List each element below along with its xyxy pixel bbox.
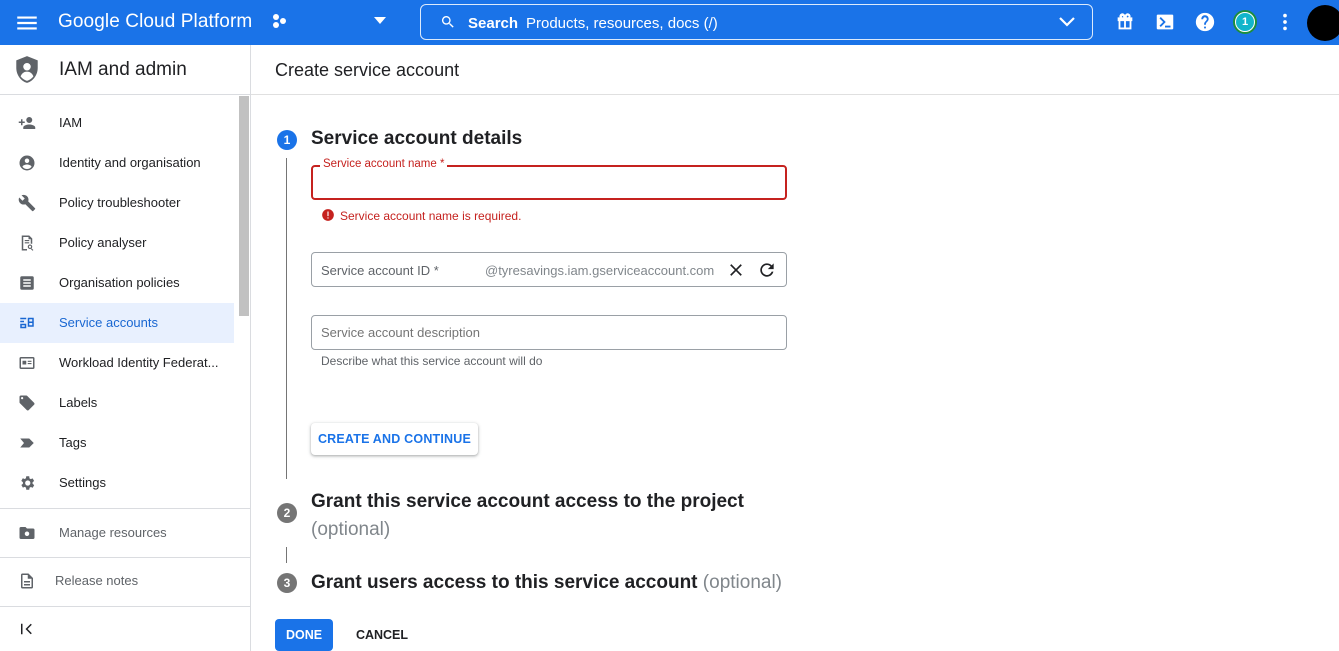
- sidebar-item-label: Settings: [59, 475, 106, 490]
- notifications-badge[interactable]: 1: [1233, 10, 1257, 34]
- folder-settings-icon: [18, 524, 36, 542]
- sidebar-item-label: Identity and organisation: [59, 155, 201, 170]
- chevron-down-icon[interactable]: [1058, 15, 1076, 29]
- close-icon[interactable]: [726, 260, 746, 280]
- cancel-button[interactable]: CANCEL: [350, 619, 414, 651]
- sidebar-item-label: Release notes: [55, 573, 139, 588]
- sidebar-item-label: Organisation policies: [59, 275, 180, 290]
- step-connector: [286, 547, 287, 563]
- sidebar-item-label: Workload Identity Federat...: [59, 355, 219, 370]
- service-account-id-suffix: @tyresavings.iam.gserviceaccount.com: [485, 263, 715, 278]
- step-connector: [286, 158, 287, 479]
- refresh-icon[interactable]: [757, 260, 777, 280]
- error-icon: [321, 208, 335, 222]
- step-2-number: 2: [277, 503, 297, 523]
- sidebar-item-tags[interactable]: Tags: [0, 423, 234, 463]
- page-header: Create service account: [251, 45, 1339, 95]
- sidebar-item-label: Policy analyser: [59, 235, 147, 250]
- service-account-name-error: Service account name is required.: [340, 209, 522, 223]
- step-1-number: 1: [277, 130, 297, 150]
- sidebar-item-label: Labels: [59, 395, 98, 410]
- project-picker[interactable]: [270, 8, 390, 36]
- sidebar-item-manage-resources[interactable]: Manage resources: [0, 513, 234, 553]
- label-icon: [18, 394, 36, 412]
- sidebar-scrollbar[interactable]: [239, 96, 249, 316]
- sidebar-item-identity[interactable]: Identity and organisation: [0, 143, 234, 183]
- sidebar-item-policy-troubleshooter[interactable]: Policy troubleshooter: [0, 183, 234, 223]
- cloud-shell-icon[interactable]: [1154, 11, 1176, 33]
- document-search-icon: [18, 234, 36, 252]
- search-bar[interactable]: Search Products, resources, docs (/): [420, 4, 1093, 40]
- sidebar-divider: [0, 557, 250, 558]
- chevron-down-icon: [374, 17, 386, 25]
- step-1-title: Service account details: [311, 128, 523, 149]
- sidebar-divider: [0, 508, 250, 509]
- sidebar-title: IAM and admin: [59, 59, 187, 80]
- main-menu-icon[interactable]: [14, 10, 40, 36]
- more-vert-icon[interactable]: [1274, 11, 1296, 33]
- project-dots-icon: [272, 13, 288, 29]
- gear-icon: [18, 474, 36, 492]
- tag-icon: [18, 434, 36, 452]
- step-2-optional: (optional): [311, 519, 391, 540]
- service-account-id-field[interactable]: Service account ID * @tyresavings.iam.gs…: [311, 252, 787, 287]
- release-notes-icon: [18, 572, 36, 590]
- description-helper-text: Describe what this service account will …: [321, 354, 543, 368]
- service-account-icon: [18, 314, 36, 332]
- sidebar-item-settings[interactable]: Settings: [0, 463, 234, 503]
- step-3-title: Grant users access to this service accou…: [311, 572, 782, 594]
- sidebar-item-label: IAM: [59, 115, 83, 130]
- page-title: Create service account: [275, 60, 460, 80]
- sidebar-item-organisation-policies[interactable]: Organisation policies: [0, 263, 234, 303]
- sidebar-item-labels[interactable]: Labels: [0, 383, 234, 423]
- service-account-description-input[interactable]: [321, 316, 776, 349]
- step-3-optional: (optional): [702, 572, 783, 593]
- sidebar-item-service-accounts[interactable]: Service accounts: [0, 303, 234, 343]
- wrench-icon: [18, 194, 36, 212]
- sidebar-item-iam[interactable]: IAM: [0, 103, 234, 143]
- top-app-bar: Google Cloud Platform Search Products, r…: [0, 0, 1339, 45]
- collapse-sidebar-icon[interactable]: [18, 620, 38, 640]
- service-account-name-input[interactable]: [323, 167, 775, 198]
- sidebar-item-label: Manage resources: [59, 525, 167, 540]
- sidebar-item-label: Policy troubleshooter: [59, 195, 181, 210]
- search-icon: [440, 14, 456, 30]
- step-2-title: Grant this service account access to the…: [311, 488, 771, 544]
- create-and-continue-button[interactable]: CREATE AND CONTINUE: [311, 423, 478, 455]
- step-2-title-text: Grant this service account access to the…: [311, 491, 744, 512]
- search-label: Search: [468, 15, 519, 32]
- sidebar-item-label: Tags: [59, 435, 87, 450]
- sidebar: IAM and admin IAM Identity and organisat…: [0, 45, 251, 651]
- service-account-name-field[interactable]: Service account name *: [311, 158, 787, 200]
- sidebar-header: IAM and admin: [0, 45, 250, 95]
- done-button[interactable]: DONE: [275, 619, 333, 651]
- service-account-description-field[interactable]: [311, 315, 787, 350]
- notification-count: 1: [1236, 13, 1254, 31]
- step-3-title-text: Grant users access to this service accou…: [311, 572, 698, 593]
- sidebar-item-label: Service accounts: [59, 315, 158, 330]
- service-account-id-label: Service account ID *: [321, 263, 439, 278]
- person-add-icon: [18, 114, 36, 132]
- account-avatar[interactable]: [1307, 5, 1339, 41]
- list-icon: [18, 274, 36, 292]
- sidebar-item-workload-identity[interactable]: Workload Identity Federat...: [0, 343, 234, 383]
- id-card-icon: [18, 354, 36, 372]
- sidebar-item-release-notes[interactable]: Release notes: [0, 561, 234, 601]
- sidebar-item-policy-analyser[interactable]: Policy analyser: [0, 223, 234, 263]
- shield-icon: [14, 55, 40, 85]
- product-brand[interactable]: Google Cloud Platform: [58, 11, 252, 33]
- gift-icon[interactable]: [1114, 11, 1136, 33]
- step-3-number: 3: [277, 573, 297, 593]
- account-circle-icon: [18, 154, 36, 172]
- sidebar-divider: [0, 606, 250, 607]
- help-icon[interactable]: [1194, 11, 1216, 33]
- search-placeholder: Products, resources, docs (/): [526, 15, 718, 32]
